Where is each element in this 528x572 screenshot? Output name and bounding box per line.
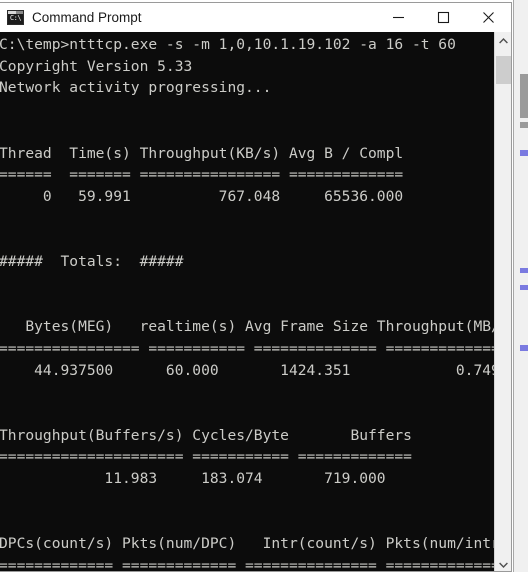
minimize-button[interactable] xyxy=(376,3,421,32)
command-prompt-icon: C:\ xyxy=(7,10,24,25)
console-area[interactable]: C:\temp>ntttcp.exe -s -m 1,0,10.1.19.102… xyxy=(0,32,511,572)
command-prompt-icon-glyph: C:\ xyxy=(9,14,22,22)
scrollbar-thumb[interactable] xyxy=(496,56,511,84)
window-titlebar[interactable]: C:\ Command Prompt xyxy=(0,3,511,32)
background-mark xyxy=(520,285,528,290)
background-window-scrollbar xyxy=(513,0,528,572)
window-title: Command Prompt xyxy=(32,10,142,25)
scroll-up-arrow-icon[interactable] xyxy=(495,32,511,49)
console-output-text: C:\temp>ntttcp.exe -s -m 1,0,10.1.19.102… xyxy=(0,36,494,572)
console-scrollbar[interactable] xyxy=(494,32,511,571)
background-mark xyxy=(520,122,528,128)
window-controls xyxy=(376,3,511,32)
background-mark xyxy=(520,345,528,351)
background-scroll-thumb xyxy=(520,74,528,118)
scroll-down-arrow-icon[interactable] xyxy=(495,556,511,571)
console-output[interactable]: C:\temp>ntttcp.exe -s -m 1,0,10.1.19.102… xyxy=(0,32,494,572)
maximize-button[interactable] xyxy=(421,3,466,32)
background-mark xyxy=(520,268,528,273)
command-prompt-window[interactable]: C:\ Command Prompt C:\temp>ntttcp.exe -s… xyxy=(0,2,512,572)
close-button[interactable] xyxy=(466,3,511,32)
background-mark xyxy=(520,150,528,156)
titlebar-left-group: C:\ Command Prompt xyxy=(0,10,376,25)
desktop-background: C:\ Command Prompt C:\temp>ntttcp.exe -s… xyxy=(0,0,528,572)
